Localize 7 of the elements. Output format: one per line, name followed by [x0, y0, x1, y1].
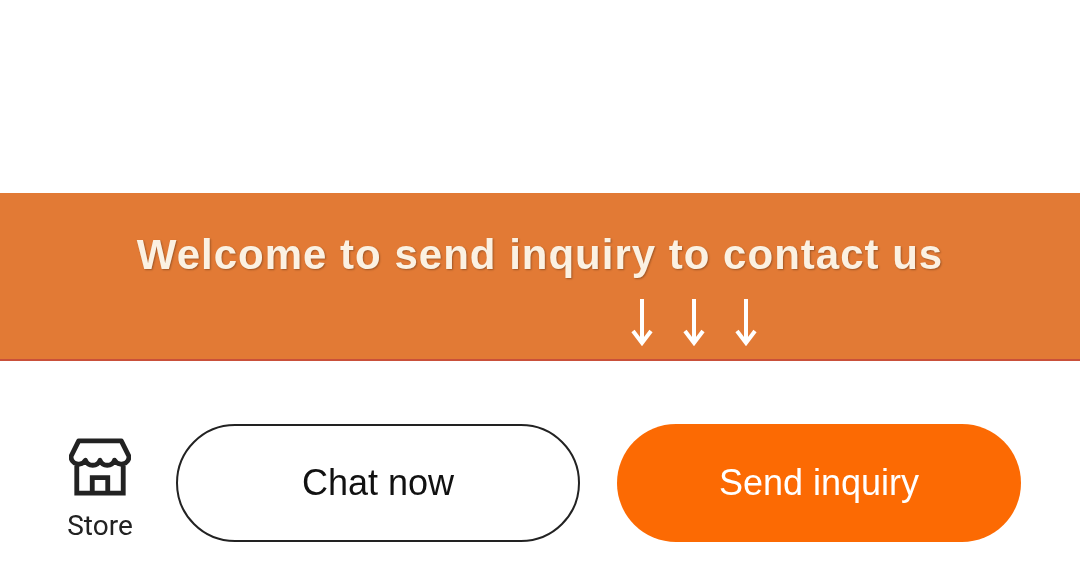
down-arrow-icon — [682, 297, 706, 347]
chat-button[interactable]: Chat now — [176, 424, 580, 542]
banner-text: Welcome to send inquiry to contact us — [136, 231, 944, 279]
down-arrow-icon — [630, 297, 654, 347]
store-icon — [69, 436, 131, 497]
down-arrow-icon — [734, 297, 758, 347]
store-button[interactable]: Store — [56, 436, 144, 542]
